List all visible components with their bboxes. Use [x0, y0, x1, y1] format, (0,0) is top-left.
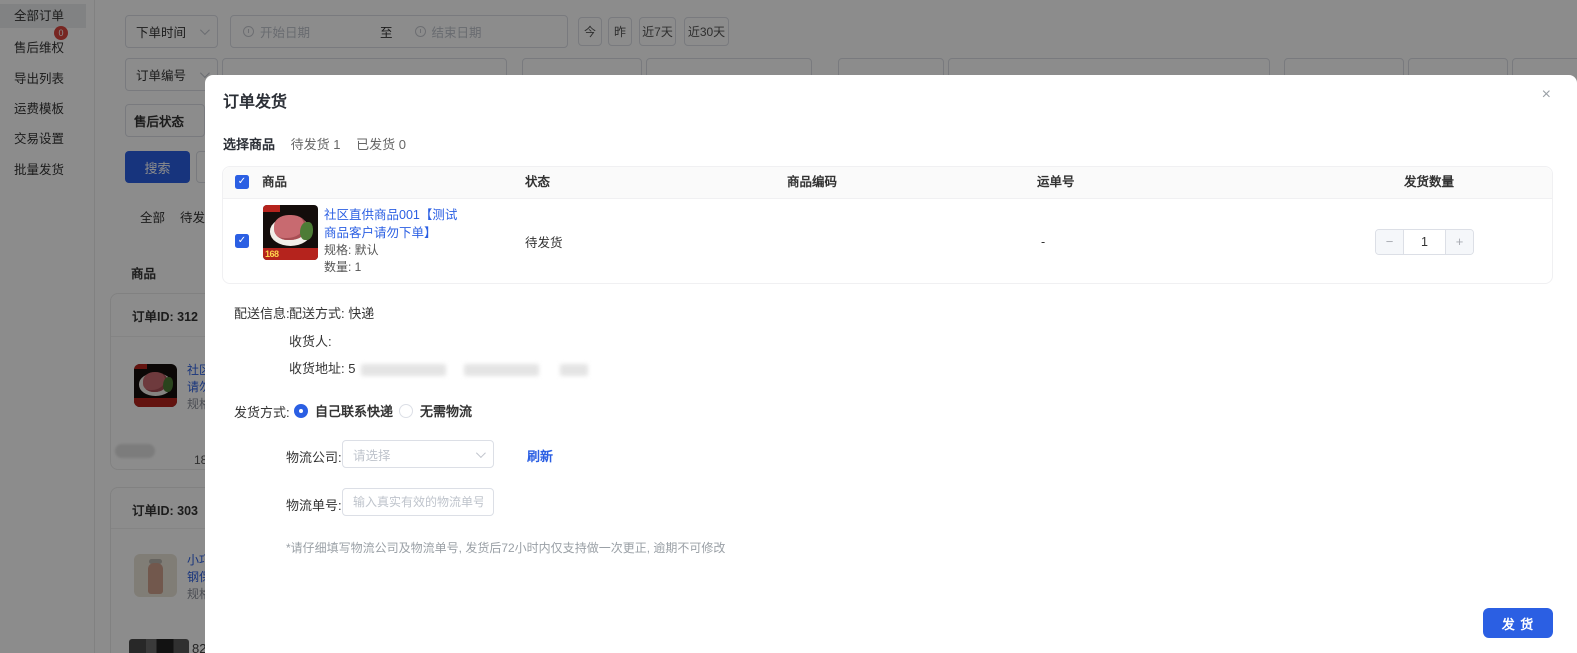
- chevron-down-icon: [476, 448, 486, 458]
- product-image: 168: [263, 205, 318, 260]
- redacted-address-block: [560, 364, 588, 376]
- header-product: 商品: [262, 167, 287, 198]
- logistics-company-placeholder: 请选择: [353, 445, 391, 464]
- table-header: ✓ 商品 状态 商品编码 运单号 发货数量: [223, 167, 1552, 198]
- product-name-link[interactable]: 社区直供商品001【测试: [324, 207, 524, 225]
- ship-qty-stepper: − 1 +: [1375, 229, 1474, 255]
- header-ship-qty: 发货数量: [1404, 167, 1454, 198]
- ship-order-modal: 订单发货 × 选择商品 待发货 1 已发货 0 ✓ 商品 状态 商品编码 运单号…: [205, 75, 1577, 653]
- header-status: 状态: [525, 167, 550, 198]
- select-product-label: 选择商品: [223, 137, 275, 152]
- delivery-address: 收货地址: 5: [289, 358, 588, 377]
- radio-unselected-icon: [399, 404, 413, 418]
- qty-minus-button[interactable]: −: [1376, 230, 1404, 254]
- redacted-address-block: [361, 364, 446, 376]
- header-waybill: 运单号: [1037, 167, 1075, 198]
- logistics-company-label: 物流公司:: [286, 447, 342, 466]
- close-icon[interactable]: ×: [1542, 85, 1551, 105]
- radio-no-logistics[interactable]: 无需物流: [399, 401, 472, 420]
- select-all-checkbox[interactable]: ✓: [235, 175, 249, 189]
- select-product-summary: 选择商品 待发货 1 已发货 0: [223, 134, 418, 153]
- radio-selected-icon: [294, 404, 308, 418]
- tracking-number-input[interactable]: [342, 488, 494, 516]
- table-row: ✓ 168 社区直供商品001【测试 商品客户请勿下单】 规格: 默认 数量: …: [223, 198, 1552, 283]
- pending-count: 待发货 1: [291, 137, 341, 152]
- ship-note: *请仔细填写物流公司及物流单号, 发货后72小时内仅支持做一次更正, 逾期不可修…: [286, 539, 725, 556]
- product-spec: 规格: 默认: [324, 242, 524, 259]
- row-checkbox[interactable]: ✓: [235, 234, 249, 248]
- delivery-receiver: 收货人:: [289, 331, 332, 350]
- qty-plus-button[interactable]: +: [1445, 230, 1473, 254]
- logistics-company-select[interactable]: 请选择: [342, 440, 494, 468]
- delivery-method: 配送方式: 快递: [289, 303, 374, 322]
- radio-self-courier[interactable]: 自己联系快递: [294, 401, 393, 420]
- screen: 全部订单 售后维权 0 导出列表 运费模板 交易设置 批量发货 下单时间 开始日…: [0, 0, 1577, 653]
- delivery-info-label: 配送信息:: [234, 303, 290, 322]
- qty-value[interactable]: 1: [1404, 230, 1445, 254]
- refresh-link[interactable]: 刷新: [527, 446, 553, 465]
- header-product-code: 商品编码: [787, 167, 837, 198]
- ship-method-label: 发货方式:: [234, 402, 290, 421]
- product-qty: 数量: 1: [324, 259, 524, 276]
- cell-status: 待发货: [525, 199, 563, 284]
- shipped-count: 已发货 0: [356, 137, 406, 152]
- product-table: ✓ 商品 状态 商品编码 运单号 发货数量 ✓ 168 社区直供商品001【测试…: [222, 166, 1553, 284]
- ship-submit-button[interactable]: 发 货: [1483, 608, 1553, 638]
- product-name-link[interactable]: 商品客户请勿下单】: [324, 225, 524, 243]
- cell-waybill: -: [1041, 199, 1045, 284]
- tracking-number-label: 物流单号:: [286, 495, 342, 514]
- product-image-price: 168: [265, 249, 279, 259]
- modal-title: 订单发货: [223, 88, 287, 112]
- redacted-address-block: [464, 364, 539, 376]
